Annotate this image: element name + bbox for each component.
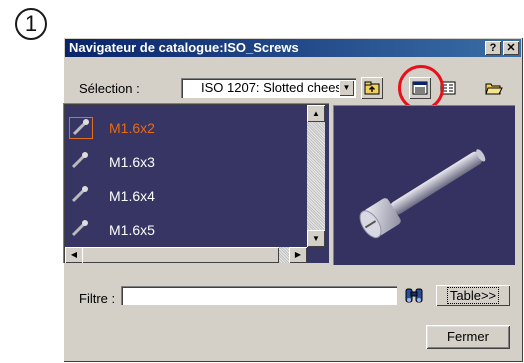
selection-combobox[interactable]: ISO 1207: Slotted cheese ▼ <box>181 78 356 98</box>
scroll-up-button[interactable]: ▲ <box>307 105 325 122</box>
list-item[interactable]: M1.6x5 <box>69 217 289 245</box>
scroll-down-button[interactable]: ▼ <box>307 230 325 247</box>
folder-up-icon[interactable] <box>361 77 383 99</box>
horizontal-scrollbar[interactable]: ◀ ▶ <box>65 247 307 263</box>
close-window-button[interactable]: ✕ <box>503 41 519 55</box>
vertical-scrollbar[interactable]: ▲ ▼ <box>307 105 325 247</box>
list-item-label: M1.6x3 <box>109 154 155 170</box>
screw-icon <box>69 151 93 173</box>
list-item-label: M1.6x4 <box>109 188 155 204</box>
list-item[interactable]: M1.6x2 <box>69 115 289 143</box>
catalog-item-list[interactable]: M1.6x2 M1.6x3 M1.6x4 M1.6x5 ▲ ▼ ◀ ▶ <box>63 103 329 263</box>
screw-preview <box>333 105 515 265</box>
screw-icon <box>69 185 93 207</box>
selection-value: ISO 1207: Slotted cheese <box>201 80 350 95</box>
table-button-label: Table>> <box>446 287 500 304</box>
open-folder-icon[interactable] <box>483 77 505 99</box>
binoculars-icon[interactable] <box>403 284 425 306</box>
close-button[interactable]: Fermer <box>426 325 510 349</box>
list-item-label: M1.6x5 <box>109 222 155 238</box>
window-title: Navigateur de catalogue:ISO_Screws <box>69 40 299 55</box>
screw-icon <box>69 117 93 139</box>
help-button[interactable]: ? <box>485 41 501 55</box>
scroll-left-button[interactable]: ◀ <box>65 247 83 263</box>
list-item[interactable]: M1.6x3 <box>69 149 289 177</box>
selection-label: Sélection : <box>79 81 140 96</box>
filter-input[interactable] <box>121 286 397 305</box>
title-bar: Navigateur de catalogue:ISO_Screws ? ✕ <box>65 39 521 57</box>
screw-icon <box>69 219 93 241</box>
chevron-down-icon[interactable]: ▼ <box>339 80 354 96</box>
catalog-browser-window: Navigateur de catalogue:ISO_Screws ? ✕ S… <box>63 37 523 362</box>
list-item[interactable]: M1.6x4 <box>69 183 289 211</box>
screw-3d-image <box>359 149 486 239</box>
table-button[interactable]: Table>> <box>436 285 510 306</box>
scroll-thumb[interactable] <box>82 247 279 263</box>
filter-label: Filtre : <box>79 291 116 306</box>
scroll-right-button[interactable]: ▶ <box>289 247 307 263</box>
list-item-label: M1.6x2 <box>109 120 155 136</box>
step-number-badge: 1 <box>15 8 47 40</box>
